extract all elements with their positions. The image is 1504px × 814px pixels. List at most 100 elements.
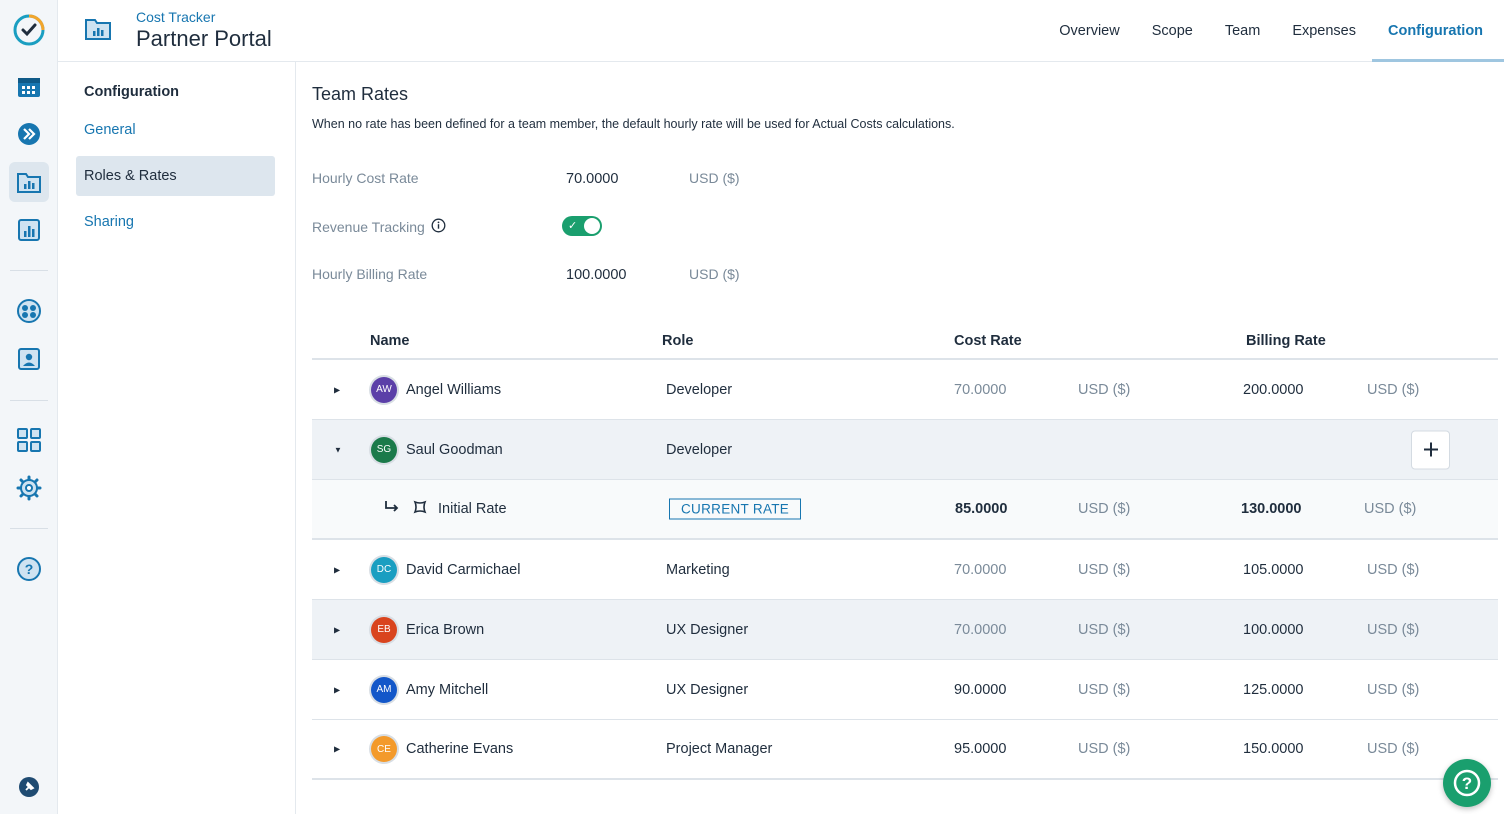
config-item-roles-rates[interactable]: Roles & Rates xyxy=(76,156,275,196)
cost-rate: 90.0000 xyxy=(954,681,1007,698)
folder-chart-icon[interactable] xyxy=(9,162,49,202)
project-folder-icon xyxy=(84,16,112,47)
table-row[interactable]: ▶ AW Angel Williams Developer 70.0000 US… xyxy=(312,360,1498,420)
billing-rate: 200.0000 xyxy=(1243,381,1304,398)
cost-rate: 70.0000 xyxy=(954,381,1007,398)
cost-unit: USD ($) xyxy=(1078,741,1131,757)
billing-rate: 105.0000 xyxy=(1243,561,1304,578)
avatar: DC xyxy=(371,556,397,583)
page-header: Cost Tracker Partner Portal Overview Sco… xyxy=(58,0,1504,62)
plus-icon xyxy=(1423,442,1438,457)
member-name: Saul Goodman xyxy=(406,441,503,458)
member-role: Developer xyxy=(666,441,733,458)
cost-unit: USD ($) xyxy=(1078,561,1131,578)
hourly-cost-value[interactable]: 70.0000 xyxy=(566,171,618,187)
rate-icon xyxy=(412,499,428,519)
sub-arrow-icon xyxy=(384,500,400,518)
info-icon[interactable] xyxy=(431,218,446,236)
table-row[interactable]: ▶ EB Erica Brown UX Designer 70.0000 USD… xyxy=(312,600,1498,660)
col-name[interactable]: Name xyxy=(370,333,410,349)
member-name: Angel Williams xyxy=(406,381,502,398)
member-name: Amy Mitchell xyxy=(406,681,489,698)
billing-rate: 130.0000 xyxy=(1241,501,1302,517)
svg-text:?: ? xyxy=(25,561,34,577)
pin-icon[interactable] xyxy=(9,767,49,807)
cost-unit: USD ($) xyxy=(1078,621,1131,638)
cost-unit: USD ($) xyxy=(1078,381,1131,398)
expand-caret-icon[interactable]: ▶ xyxy=(334,625,340,634)
tab-configuration[interactable]: Configuration xyxy=(1372,0,1504,62)
help-icon[interactable]: ? xyxy=(9,549,49,589)
config-heading: Configuration xyxy=(84,84,180,100)
app-logo-icon[interactable] xyxy=(9,10,49,50)
avatar: SG xyxy=(371,436,397,463)
help-icon: ? xyxy=(1453,769,1481,797)
check-icon: ✓ xyxy=(568,220,578,232)
hourly-billing-unit: USD ($) xyxy=(689,266,740,282)
revenue-tracking-toggle[interactable]: ✓ xyxy=(562,216,602,236)
avatar: AM xyxy=(371,676,397,703)
help-fab-button[interactable]: ? xyxy=(1443,759,1491,807)
tab-expenses[interactable]: Expenses xyxy=(1276,0,1372,62)
col-role[interactable]: Role xyxy=(662,333,693,349)
current-rate-badge: CURRENT RATE xyxy=(669,498,802,520)
app-rail: ? xyxy=(0,0,58,814)
tab-scope[interactable]: Scope xyxy=(1136,0,1209,62)
table-row[interactable]: ▶ DC David Carmichael Marketing 70.0000 … xyxy=(312,540,1498,600)
billing-unit: USD ($) xyxy=(1367,621,1420,638)
hourly-billing-value[interactable]: 100.0000 xyxy=(566,267,626,283)
expand-caret-icon[interactable]: ▶ xyxy=(334,685,340,694)
add-rate-button[interactable] xyxy=(1411,430,1450,469)
config-item-sharing[interactable]: Sharing xyxy=(76,202,275,242)
member-name: David Carmichael xyxy=(406,561,521,578)
expand-caret-icon[interactable]: ▶ xyxy=(334,565,340,574)
member-role: Developer xyxy=(666,381,733,398)
section-description: When no rate has been defined for a team… xyxy=(312,117,955,131)
expand-caret-icon[interactable]: ▶ xyxy=(334,385,340,394)
expand-caret-icon[interactable]: ▶ xyxy=(334,745,340,754)
breadcrumb-app[interactable]: Cost Tracker xyxy=(136,9,215,25)
member-role: UX Designer xyxy=(666,621,749,638)
cost-rate: 70.0000 xyxy=(954,621,1007,638)
svg-text:?: ? xyxy=(1462,774,1472,793)
hourly-billing-label: Hourly Billing Rate xyxy=(312,266,428,282)
billing-unit: USD ($) xyxy=(1364,501,1417,517)
cost-rate: 85.0000 xyxy=(955,501,1008,517)
cost-unit: USD ($) xyxy=(1078,501,1131,517)
billing-rate: 125.0000 xyxy=(1243,681,1304,698)
tab-overview[interactable]: Overview xyxy=(1043,0,1135,62)
cost-rate: 70.0000 xyxy=(954,561,1007,578)
col-cost-rate[interactable]: Cost Rate xyxy=(954,333,1022,349)
team-rates-table: Name Role Cost Rate Billing Rate ▶ AW An… xyxy=(312,322,1498,780)
table-header: Name Role Cost Rate Billing Rate xyxy=(312,322,1498,360)
grid-icon[interactable] xyxy=(9,420,49,460)
billing-rate: 100.0000 xyxy=(1243,621,1304,638)
billing-unit: USD ($) xyxy=(1367,561,1420,578)
bar-chart-icon[interactable] xyxy=(9,210,49,250)
avatar: CE xyxy=(371,736,397,762)
avatar: EB xyxy=(371,616,397,643)
hourly-cost-label: Hourly Cost Rate xyxy=(312,170,419,186)
member-role: Project Manager xyxy=(666,741,773,757)
rate-subrow[interactable]: Initial Rate CURRENT RATE 85.0000 USD ($… xyxy=(312,480,1498,540)
table-row[interactable]: ▶ AM Amy Mitchell UX Designer 90.0000 US… xyxy=(312,660,1498,720)
forward-icon[interactable] xyxy=(9,114,49,154)
page-title: Partner Portal xyxy=(136,26,272,51)
member-role: Marketing xyxy=(666,561,730,578)
cost-unit: USD ($) xyxy=(1078,681,1131,698)
tab-team[interactable]: Team xyxy=(1209,0,1276,62)
table-row[interactable]: ▼ SG Saul Goodman Developer xyxy=(312,420,1498,480)
contact-icon[interactable] xyxy=(9,339,49,379)
billing-rate: 150.0000 xyxy=(1243,741,1304,757)
main-content: Team Rates When no rate has been defined… xyxy=(312,62,1498,814)
col-billing-rate[interactable]: Billing Rate xyxy=(1246,333,1326,349)
config-item-general[interactable]: General xyxy=(76,110,275,150)
collapse-caret-icon[interactable]: ▼ xyxy=(334,445,342,454)
member-name: Erica Brown xyxy=(406,621,485,638)
globe-icon[interactable] xyxy=(9,291,49,331)
cost-rate: 95.0000 xyxy=(954,741,1007,757)
calendar-icon[interactable] xyxy=(9,67,49,107)
gear-icon[interactable] xyxy=(9,468,49,508)
table-row[interactable]: ▶ CE Catherine Evans Project Manager 95.… xyxy=(312,720,1498,780)
hourly-cost-unit: USD ($) xyxy=(689,170,740,186)
